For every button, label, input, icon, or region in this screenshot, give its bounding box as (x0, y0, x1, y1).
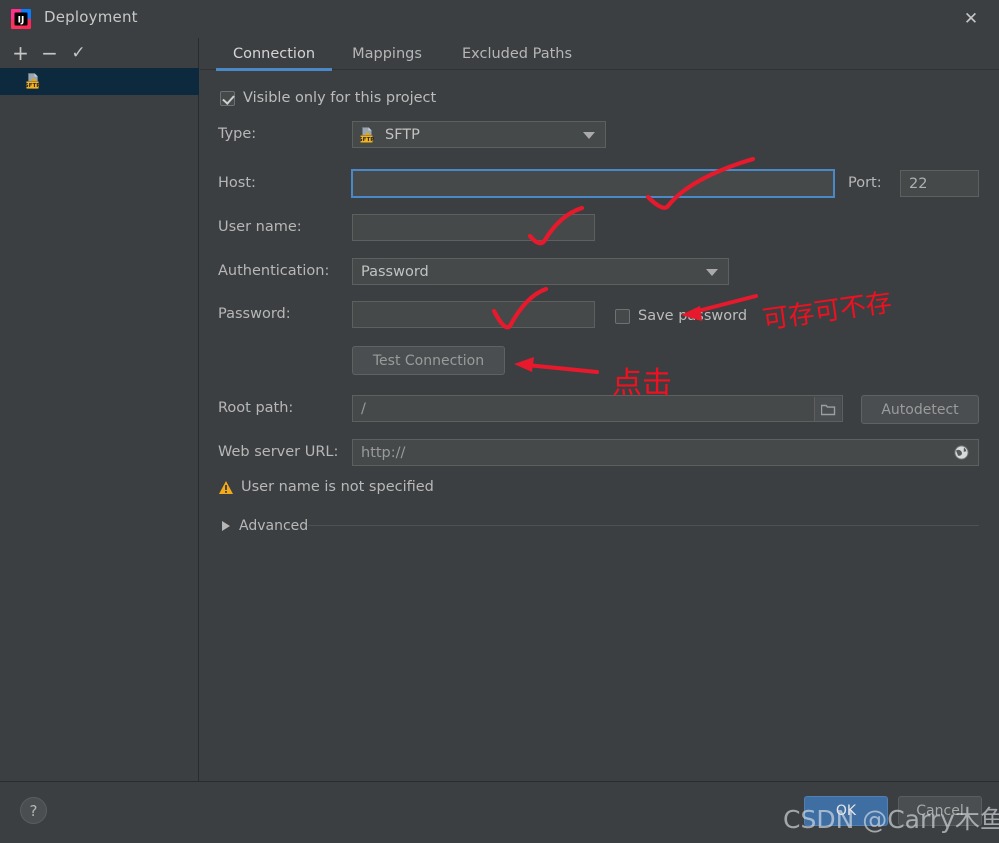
port-label: Port: (848, 175, 882, 191)
ok-label: OK (835, 803, 857, 819)
type-label: Type: (218, 126, 257, 142)
help-icon[interactable]: ? (20, 797, 47, 824)
intellij-idea-icon: IJ (10, 8, 32, 30)
web-server-url-value: http:// (361, 444, 406, 461)
folder-icon[interactable] (814, 397, 841, 421)
type-value: SFTP (385, 126, 420, 143)
authentication-value: Password (361, 263, 429, 280)
tab-bar: Connection Mappings Excluded Paths (200, 38, 999, 71)
test-connection-button[interactable]: Test Connection (352, 346, 505, 375)
svg-text:SFTP: SFTP (26, 83, 40, 89)
chevron-right-icon (222, 521, 230, 531)
port-input[interactable]: 22 (900, 170, 979, 197)
user-name-label: User name: (218, 219, 302, 235)
advanced-section-toggle[interactable]: Advanced (222, 518, 308, 534)
tab-connection-label: Connection (232, 46, 316, 62)
server-list: SFTP (0, 68, 199, 781)
warning-text: User name is not specified (241, 479, 434, 495)
checkbox-box-icon (220, 90, 235, 106)
tab-active-underline (216, 68, 332, 71)
tab-excluded-paths[interactable]: Excluded Paths (442, 38, 592, 70)
globe-icon[interactable] (953, 444, 970, 461)
title-bar: IJ Deployment ✕ (0, 0, 999, 38)
connection-panel: Connection Mappings Excluded Paths Visib… (200, 38, 999, 781)
save-password-label: Save password (638, 308, 748, 324)
test-connection-label: Test Connection (372, 352, 485, 369)
tab-mappings[interactable]: Mappings (332, 38, 442, 70)
window-title: Deployment (44, 8, 138, 26)
password-label: Password: (218, 306, 291, 322)
ok-button[interactable]: OK (804, 796, 888, 826)
port-value: 22 (909, 175, 928, 192)
warning-message: User name is not specified (218, 479, 434, 495)
advanced-label: Advanced (239, 518, 309, 534)
user-name-input[interactable] (352, 214, 595, 241)
tab-connection[interactable]: Connection (216, 38, 332, 71)
close-icon[interactable]: ✕ (959, 8, 983, 30)
server-list-item[interactable]: SFTP (0, 68, 199, 95)
deployment-dialog: IJ Deployment ✕ + − ✓ SFTP Connection Ma… (0, 0, 999, 843)
sftp-server-icon: SFTP (25, 73, 43, 90)
add-server-button[interactable]: + (7, 40, 34, 66)
autodetect-button[interactable]: Autodetect (861, 395, 979, 424)
password-input[interactable] (352, 301, 595, 328)
visible-only-checkbox[interactable]: Visible only for this project (220, 90, 436, 106)
warning-icon (218, 480, 234, 495)
authentication-label: Authentication: (218, 263, 330, 279)
root-path-input[interactable]: / (352, 395, 843, 422)
checkbox-box-icon (615, 308, 630, 324)
authentication-combo[interactable]: Password (352, 258, 729, 285)
root-path-label: Root path: (218, 400, 294, 416)
root-path-value: / (361, 400, 366, 417)
host-input[interactable] (351, 169, 835, 198)
autodetect-label: Autodetect (881, 401, 959, 418)
svg-text:SFTP: SFTP (360, 137, 374, 143)
visible-only-label: Visible only for this project (243, 90, 437, 106)
dialog-footer: ? OK Cancel (0, 781, 999, 843)
sftp-icon: SFTP (359, 127, 377, 144)
advanced-divider (308, 525, 979, 526)
web-server-url-input[interactable]: http:// (352, 439, 979, 466)
set-default-server-button[interactable]: ✓ (65, 40, 92, 66)
server-name-redacted (48, 74, 166, 89)
chevron-down-icon[interactable] (583, 131, 595, 139)
web-server-url-label: Web server URL: (218, 444, 339, 460)
server-sidebar: + − ✓ SFTP (0, 38, 199, 781)
chevron-down-icon[interactable] (706, 268, 718, 276)
tab-mappings-label: Mappings (352, 46, 422, 62)
save-password-checkbox[interactable]: Save password (615, 308, 747, 324)
type-combo[interactable]: SFTP SFTP (352, 121, 606, 148)
cancel-label: Cancel (916, 803, 964, 819)
host-label: Host: (218, 175, 256, 191)
tab-excluded-paths-label: Excluded Paths (461, 46, 573, 62)
svg-text:IJ: IJ (18, 16, 25, 26)
help-label: ? (29, 801, 38, 820)
cancel-button[interactable]: Cancel (898, 796, 982, 826)
remove-server-button[interactable]: − (36, 40, 63, 66)
sidebar-toolbar: + − ✓ (0, 38, 199, 68)
